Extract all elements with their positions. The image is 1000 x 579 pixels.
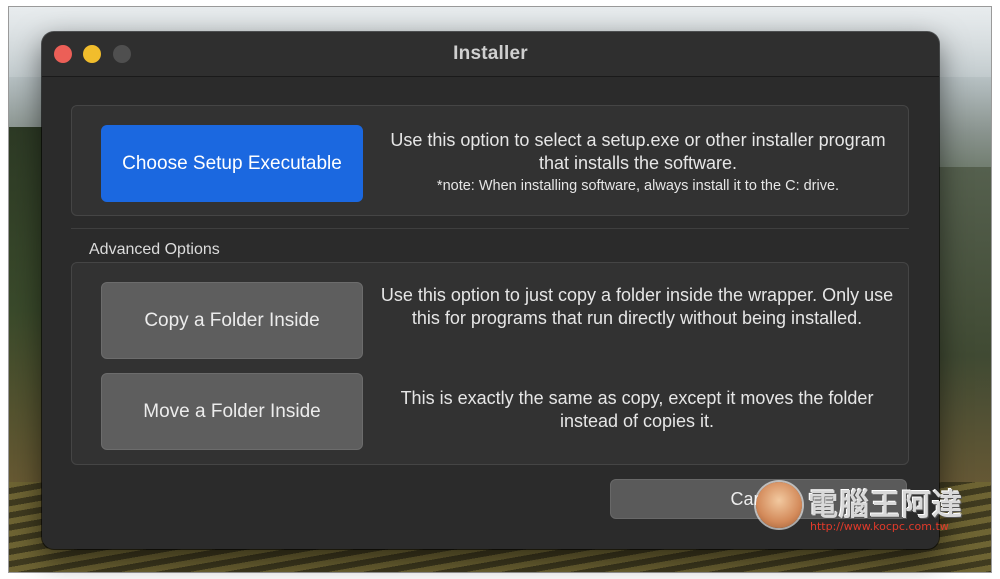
move-folder-description: This is exactly the same as copy, except… xyxy=(400,388,874,431)
watermark-url: http://www.kocpc.com.tw xyxy=(810,520,949,533)
mascot-icon xyxy=(756,482,802,528)
install-note: *note: When installing software, always … xyxy=(436,178,840,194)
watermark-text: 電腦王阿達 xyxy=(808,488,963,523)
primary-description-text: Use this option to select a setup.exe or… xyxy=(390,130,886,173)
watermark-logo: 電腦王阿達 http://www.kocpc.com.tw xyxy=(756,474,976,540)
copy-folder-description: Use this option to just copy a folder in… xyxy=(380,285,894,328)
title-bar: Installer xyxy=(42,32,939,77)
window-title: Installer xyxy=(453,43,528,64)
move-folder-inside-button[interactable]: Move a Folder Inside xyxy=(101,373,363,450)
advanced-options-label: Advanced Options xyxy=(89,241,220,258)
section-divider xyxy=(71,228,909,229)
primary-option-description: Use this option to select a setup.exe or… xyxy=(378,129,898,197)
choose-setup-executable-button[interactable]: Choose Setup Executable xyxy=(101,125,363,202)
copy-folder-inside-button[interactable]: Copy a Folder Inside xyxy=(101,282,363,359)
installer-window: Installer Choose Setup Executable Use th… xyxy=(42,32,939,549)
